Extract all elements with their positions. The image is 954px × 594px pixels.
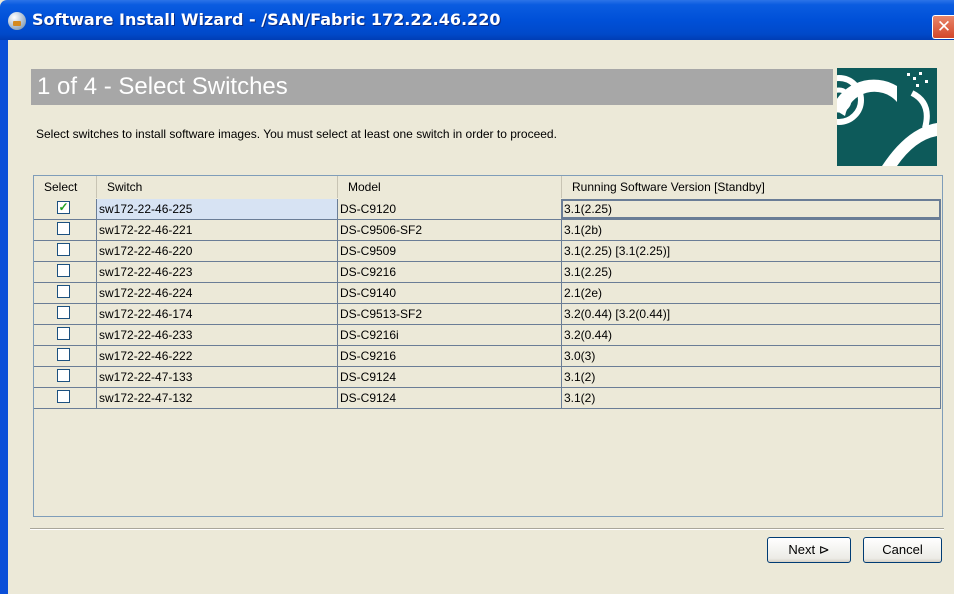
select-cell [34, 283, 96, 303]
version-cell: 3.2(0.44) [3.2(0.44)] [561, 304, 941, 324]
switch-name-cell: sw172-22-46-223 [96, 262, 337, 282]
switch-name-cell: sw172-22-46-224 [96, 283, 337, 303]
table-row[interactable]: sw172-22-46-221 DS-C9506-SF2 3.1(2b) [34, 220, 941, 241]
model-cell: DS-C9509 [337, 241, 561, 261]
switch-name-cell: sw172-22-47-133 [96, 367, 337, 387]
table-row[interactable]: sw172-22-47-132 DS-C9124 3.1(2) [34, 388, 941, 409]
checkbox[interactable] [57, 306, 70, 319]
model-cell: DS-C9216 [337, 262, 561, 282]
select-cell [34, 346, 96, 366]
instructions-text: Select switches to install software imag… [36, 127, 557, 141]
switch-name-cell: sw172-22-46-221 [96, 220, 337, 240]
checkbox[interactable] [57, 327, 70, 340]
table-row[interactable]: sw172-22-46-174 DS-C9513-SF2 3.2(0.44) [3.… [34, 304, 941, 325]
table-row[interactable]: sw172-22-47-133 DS-C9124 3.1(2) [34, 367, 941, 388]
model-cell: DS-C9513-SF2 [337, 304, 561, 324]
checkmark-icon: ✓ [58, 200, 69, 214]
model-cell: DS-C9124 [337, 388, 561, 408]
version-cell: 3.1(2b) [561, 220, 941, 240]
window-title: Software Install Wizard - /SAN/Fabric 17… [32, 10, 501, 29]
checkbox[interactable] [57, 285, 70, 298]
window-frame-left [0, 40, 8, 594]
checkbox[interactable] [57, 222, 70, 235]
version-cell: 3.1(2) [561, 388, 941, 408]
cancel-button[interactable]: Cancel [863, 537, 942, 563]
version-cell: 3.2(0.44) [561, 325, 941, 345]
version-cell: 3.1(2) [561, 367, 941, 387]
model-cell: DS-C9216 [337, 346, 561, 366]
version-cell: 3.0(3) [561, 346, 941, 366]
switch-name-cell: sw172-22-46-233 [96, 325, 337, 345]
table-row[interactable]: sw172-22-46-222 DS-C9216 3.0(3) [34, 346, 941, 367]
step-title: 1 of 4 - Select Switches [37, 73, 288, 100]
table-row[interactable]: sw172-22-46-224 DS-C9140 2.1(2e) [34, 283, 941, 304]
model-cell: DS-C9506-SF2 [337, 220, 561, 240]
footer-divider [30, 528, 944, 530]
checkbox[interactable] [57, 369, 70, 382]
model-cell: DS-C9120 [337, 199, 561, 219]
select-cell [34, 367, 96, 387]
version-cell: 3.1(2.25) [561, 262, 941, 282]
switch-name-cell: sw172-22-46-220 [96, 241, 337, 261]
app-globe-icon [8, 12, 26, 30]
next-button-label: Next [788, 542, 816, 557]
select-cell [34, 262, 96, 282]
table-row[interactable]: sw172-22-46-223 DS-C9216 3.1(2.25) [34, 262, 941, 283]
table-header: Select Switch Model Running Software Ver… [34, 176, 942, 198]
select-cell [34, 325, 96, 345]
checkbox[interactable] [57, 390, 70, 403]
wizard-logo-icon [837, 68, 937, 166]
checkbox[interactable] [57, 264, 70, 277]
switch-table: Select Switch Model Running Software Ver… [33, 175, 943, 517]
switch-name-cell: sw172-22-46-174 [96, 304, 337, 324]
switch-name-cell: sw172-22-46-222 [96, 346, 337, 366]
model-cell: DS-C9124 [337, 367, 561, 387]
select-cell [34, 304, 96, 324]
table-body: ✓ sw172-22-46-225 DS-C9120 3.1(2.25) sw172-2… [34, 199, 941, 409]
select-cell: ✓ [34, 199, 96, 219]
next-arrow-icon: ⊳ [818, 542, 830, 557]
model-cell: DS-C9216i [337, 325, 561, 345]
checkbox-checked[interactable]: ✓ [57, 201, 70, 214]
column-header-switch[interactable]: Switch [96, 176, 337, 198]
select-cell [34, 388, 96, 408]
switch-name-cell: sw172-22-47-132 [96, 388, 337, 408]
column-header-version[interactable]: Running Software Version [Standby] [561, 176, 941, 198]
model-cell: DS-C9140 [337, 283, 561, 303]
table-row[interactable]: sw172-22-46-220 DS-C9509 3.1(2.25) [3.1(2.… [34, 241, 941, 262]
checkbox[interactable] [57, 348, 70, 361]
checkbox[interactable] [57, 243, 70, 256]
select-cell [34, 241, 96, 261]
title-bar: Software Install Wizard - /SAN/Fabric 17… [0, 0, 954, 40]
version-cell: 3.1(2.25) [561, 199, 941, 219]
close-icon[interactable]: ✕ [932, 15, 954, 39]
version-cell: 2.1(2e) [561, 283, 941, 303]
column-header-select[interactable]: Select [34, 176, 96, 198]
column-header-model[interactable]: Model [337, 176, 561, 198]
table-row[interactable]: ✓ sw172-22-46-225 DS-C9120 3.1(2.25) [34, 199, 941, 220]
version-cell: 3.1(2.25) [3.1(2.25)] [561, 241, 941, 261]
switch-name-cell: sw172-22-46-225 [96, 199, 337, 219]
next-button[interactable]: Next ⊳ [767, 537, 851, 563]
select-cell [34, 220, 96, 240]
table-row[interactable]: sw172-22-46-233 DS-C9216i 3.2(0.44) [34, 325, 941, 346]
